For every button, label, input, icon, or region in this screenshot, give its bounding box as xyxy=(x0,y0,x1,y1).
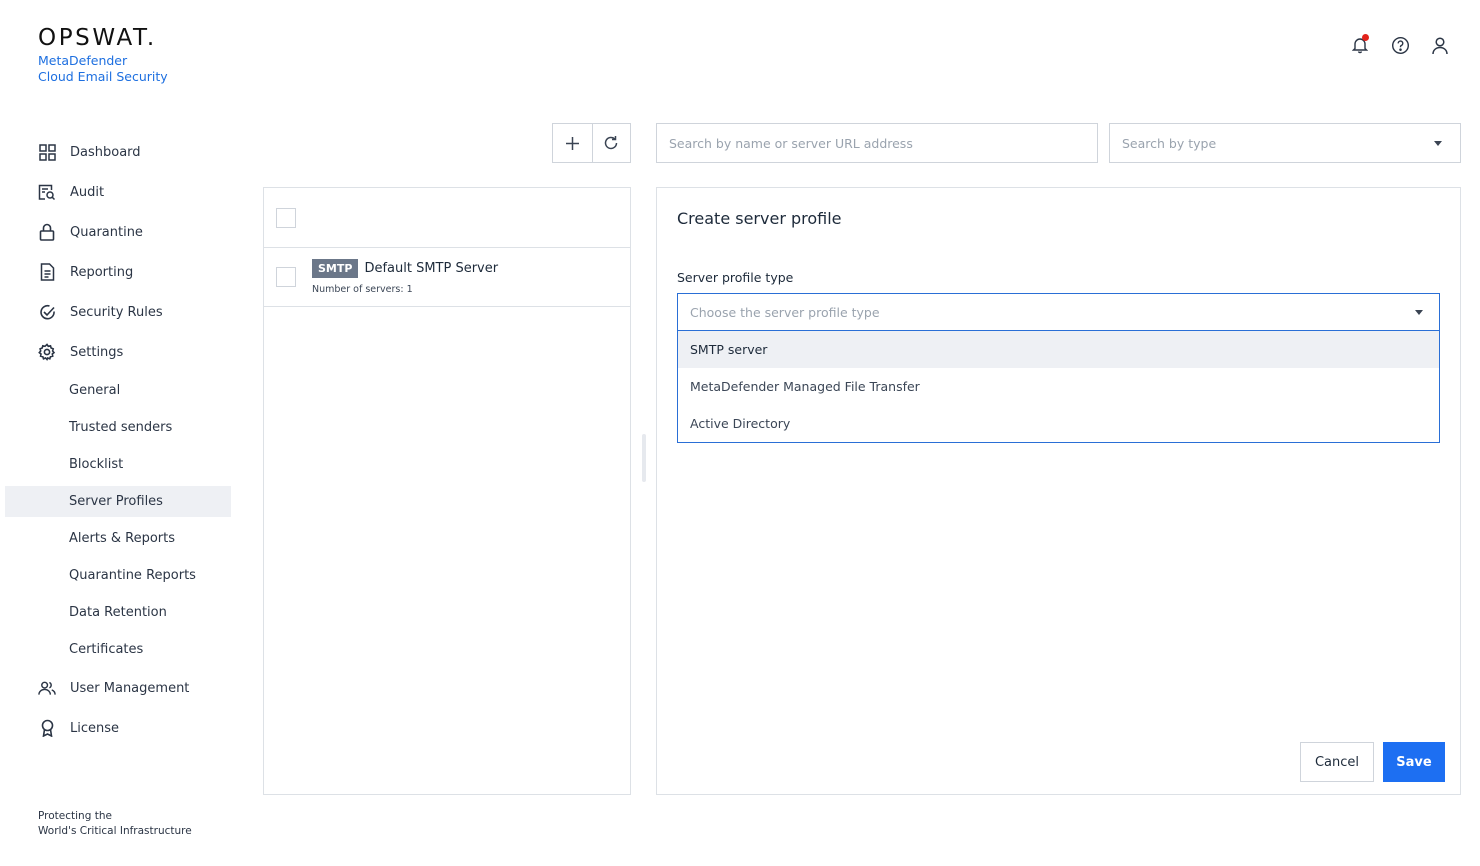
sidebar-item-label: Audit xyxy=(70,184,105,200)
sidebar-subitem-certificates[interactable]: Certificates xyxy=(0,631,240,668)
sidebar-item-label: Settings xyxy=(70,344,124,360)
sidebar-item-quarantine[interactable]: Quarantine xyxy=(0,212,240,252)
sidebar-subitem-alerts-reports[interactable]: Alerts & Reports xyxy=(0,520,240,557)
product-name-line2: Cloud Email Security xyxy=(38,69,168,84)
lock-icon xyxy=(38,223,56,241)
help-icon[interactable] xyxy=(1390,34,1410,56)
sidebar: Dashboard Audit Quarantine Reporting Sec… xyxy=(0,132,240,748)
list-toolbar xyxy=(552,123,631,163)
sidebar-item-label: User Management xyxy=(70,680,190,696)
dropdown-placeholder: Choose the server profile type xyxy=(690,304,880,320)
footer-tagline: Protecting the World's Critical Infrastr… xyxy=(38,809,192,839)
type-filter-select[interactable]: Search by type xyxy=(1109,123,1461,163)
bell-icon[interactable] xyxy=(1350,34,1370,56)
sidebar-subitem-quarantine-reports[interactable]: Quarantine Reports xyxy=(0,557,240,594)
server-profile-list: SMTP Default SMTP Server Number of serve… xyxy=(263,187,631,795)
users-icon xyxy=(38,679,56,697)
award-icon xyxy=(38,719,56,737)
server-profile-type-label: Server profile type xyxy=(677,270,794,285)
chevron-down-icon xyxy=(1434,141,1442,146)
dashboard-icon xyxy=(38,143,56,161)
product-name-line1: MetaDefender xyxy=(38,53,128,68)
create-profile-panel: Create server profile Server profile typ… xyxy=(656,187,1461,795)
chevron-down-icon xyxy=(1415,310,1423,315)
audit-icon xyxy=(38,183,56,201)
refresh-button[interactable] xyxy=(591,124,631,162)
sidebar-item-label: Security Rules xyxy=(70,304,163,320)
footer-tagline-line1: Protecting the xyxy=(38,810,112,822)
gear-icon xyxy=(38,343,56,361)
brand-logo: OPSWAT. MetaDefender Cloud Email Securit… xyxy=(38,26,168,85)
add-server-profile-button[interactable] xyxy=(553,124,592,162)
footer-tagline-line2: World's Critical Infrastructure xyxy=(38,825,192,837)
sidebar-subitem-blocklist[interactable]: Blocklist xyxy=(0,446,240,483)
document-icon xyxy=(38,263,56,281)
sidebar-item-dashboard[interactable]: Dashboard xyxy=(0,132,240,172)
sidebar-subitem-trusted-senders[interactable]: Trusted senders xyxy=(0,409,240,446)
sidebar-subitem-data-retention[interactable]: Data Retention xyxy=(0,594,240,631)
header-actions xyxy=(1350,34,1450,56)
sidebar-item-reporting[interactable]: Reporting xyxy=(0,252,240,292)
panel-resize-handle[interactable] xyxy=(642,434,646,482)
form-title: Create server profile xyxy=(677,209,842,228)
option-active-directory[interactable]: Active Directory xyxy=(678,405,1439,442)
user-icon[interactable] xyxy=(1430,34,1450,56)
sidebar-item-label: Reporting xyxy=(70,264,134,280)
list-header xyxy=(264,188,630,248)
plus-icon xyxy=(565,136,579,150)
list-item[interactable]: SMTP Default SMTP Server Number of serve… xyxy=(264,248,630,307)
server-profile-type-dropdown: Choose the server profile type SMTP serv… xyxy=(677,293,1440,443)
sidebar-item-security-rules[interactable]: Security Rules xyxy=(0,292,240,332)
select-all-checkbox[interactable] xyxy=(276,207,296,228)
sidebar-item-license[interactable]: License xyxy=(0,708,240,748)
sidebar-item-label: License xyxy=(70,720,120,736)
sidebar-item-label: Dashboard xyxy=(70,144,141,160)
shield-check-icon xyxy=(38,303,56,321)
search-input[interactable] xyxy=(656,123,1098,163)
sidebar-item-user-management[interactable]: User Management xyxy=(0,668,240,708)
server-type-badge: SMTP xyxy=(312,259,359,278)
sidebar-item-label: Quarantine xyxy=(70,224,143,240)
sidebar-subitem-server-profiles[interactable]: Server Profiles xyxy=(5,486,231,517)
cancel-button[interactable]: Cancel xyxy=(1300,742,1374,782)
server-profile-type-select[interactable]: Choose the server profile type xyxy=(678,294,1439,331)
row-checkbox[interactable] xyxy=(276,267,296,287)
sidebar-subitem-general[interactable]: General xyxy=(0,372,240,409)
save-button[interactable]: Save xyxy=(1383,742,1445,782)
sidebar-item-audit[interactable]: Audit xyxy=(0,172,240,212)
notification-dot xyxy=(1362,34,1369,41)
row-body: SMTP Default SMTP Server Number of serve… xyxy=(312,259,498,295)
type-filter-placeholder: Search by type xyxy=(1122,135,1217,151)
option-smtp-server[interactable]: SMTP server xyxy=(678,331,1439,368)
server-count: Number of servers: 1 xyxy=(312,284,413,295)
option-metadefender-mft[interactable]: MetaDefender Managed File Transfer xyxy=(678,368,1439,405)
sidebar-item-settings[interactable]: Settings xyxy=(0,332,240,372)
refresh-icon xyxy=(605,136,618,150)
server-name: Default SMTP Server xyxy=(364,261,499,276)
opswat-logo: OPSWAT. xyxy=(38,25,157,51)
